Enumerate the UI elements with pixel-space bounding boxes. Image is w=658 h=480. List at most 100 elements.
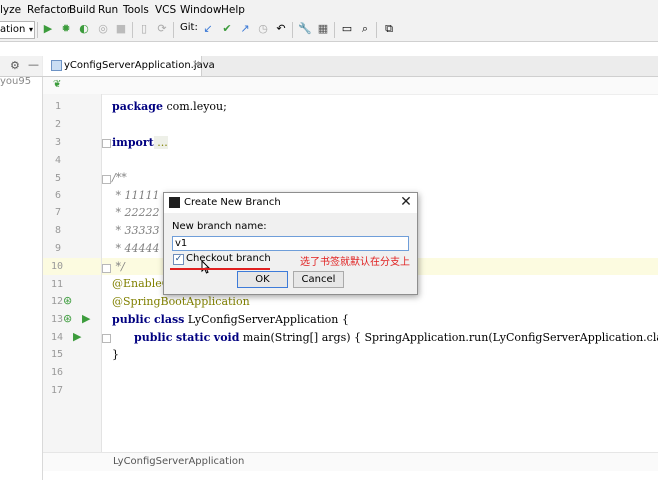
intellij-icon (169, 197, 180, 208)
search-icon[interactable]: ⌕ (358, 22, 372, 36)
line-number: 14 (51, 332, 64, 343)
fold-marker[interactable] (102, 139, 111, 148)
code-text: LyConfigServerApplication { (184, 313, 349, 326)
run-gutter-icon[interactable]: ▶ (73, 330, 81, 343)
code-line-14: @SpringBootApplication (112, 295, 250, 308)
line-number: 7 (54, 207, 61, 218)
code-text: main(String[] args) { SpringApplication.… (239, 331, 658, 344)
menu-window[interactable]: Window (180, 4, 221, 16)
project-tree-item[interactable]: you95 (0, 76, 31, 87)
branch-name-label: New branch name: (172, 221, 267, 232)
menu-vcs[interactable]: VCS (155, 4, 176, 16)
code-text: com.leyou; (162, 100, 227, 113)
toolbar-separator (376, 22, 377, 38)
ok-button[interactable]: OK (237, 271, 288, 288)
line-number: 10 (51, 261, 64, 272)
fold-marker[interactable] (102, 264, 111, 273)
line-number: 8 (54, 225, 61, 236)
menu-run[interactable]: Run (98, 4, 118, 16)
fold-marker[interactable] (102, 175, 111, 184)
fold-marker[interactable] (102, 334, 111, 343)
update-project-icon[interactable]: ↙ (201, 22, 215, 36)
close-tab-icon[interactable]: × (192, 59, 200, 70)
code-line-12: */ (112, 260, 125, 273)
code-line-9: * 22222 (112, 206, 160, 219)
java-file-icon (51, 60, 62, 71)
line-number: 5 (54, 173, 61, 184)
sync-icon[interactable]: ⟳ (155, 22, 169, 36)
menu-tools[interactable]: Tools (123, 4, 149, 16)
menu-analyze[interactable]: lyze (0, 4, 21, 16)
keyword: public (112, 313, 151, 326)
line-number: 17 (51, 385, 64, 396)
editor-breadcrumb: LyConfigServerApplication (43, 452, 658, 471)
commit-icon[interactable]: ✔ (220, 22, 234, 36)
wrench-icon[interactable]: 🔧 (298, 22, 312, 36)
editor-tab[interactable]: yConfigServerApplication.java × (43, 56, 215, 76)
menu-refactor[interactable]: Refactor (27, 4, 71, 16)
menu-bar: lyze Refactor Build Run Tools VCS Window… (0, 0, 658, 19)
code-line-11: * 44444 (112, 242, 160, 255)
coverage-icon[interactable]: ◐ (77, 22, 91, 36)
line-number: 12 (51, 296, 64, 307)
line-number: 11 (51, 279, 64, 290)
project-pane-header: ⚙ — (0, 56, 42, 76)
line-number: 1 (54, 101, 61, 112)
code-line-8: * 11111 (112, 189, 160, 202)
code-line-17: } (112, 348, 119, 361)
breadcrumb-class[interactable]: LyConfigServerApplication (113, 456, 244, 467)
terminal-icon[interactable]: ▭ (340, 22, 354, 36)
menu-build[interactable]: Build (69, 4, 95, 16)
keyword: import (112, 136, 154, 149)
push-icon[interactable]: ↗ (238, 22, 252, 36)
toolbar-separator (292, 22, 293, 38)
folded-imports[interactable]: ... (153, 136, 168, 149)
remote-icon[interactable]: ⧉ (382, 22, 396, 36)
line-number: 16 (51, 367, 64, 378)
spring-bean-icon[interactable]: ⊛ (63, 294, 72, 307)
menu-help[interactable]: Help (221, 4, 245, 16)
keyword: static (175, 331, 211, 344)
chevron-down-icon: ▾ (28, 25, 33, 34)
line-number: 3 (54, 137, 61, 148)
branch-name-input[interactable]: v1 (172, 236, 409, 251)
rollback-icon[interactable]: ↶ (274, 22, 288, 36)
build-icon[interactable]: ▯ (137, 22, 151, 36)
toolbar-separator (37, 22, 38, 38)
line-number: 4 (54, 155, 61, 166)
run-gutter-icon[interactable]: ▶ (82, 312, 90, 325)
project-pane: you95 (0, 76, 43, 480)
line-number: 9 (54, 243, 61, 254)
profile-icon[interactable]: ◎ (96, 22, 110, 36)
run-config-select[interactable]: ation ▾ (0, 21, 35, 39)
line-number: 15 (51, 349, 64, 360)
project-structure-icon[interactable]: ▦ (316, 22, 330, 36)
debug-icon[interactable]: ✹ (59, 22, 73, 36)
stop-icon[interactable]: ■ (114, 22, 128, 36)
code-line-3: import ... (112, 136, 168, 149)
run-icon[interactable]: ▶ (41, 22, 55, 36)
mouse-cursor-icon (201, 260, 210, 274)
leaf-icon: ❦ (53, 79, 62, 90)
checkout-branch-label[interactable]: Checkout branch (186, 253, 271, 264)
git-label: Git: (180, 22, 198, 33)
line-number: 13 (51, 314, 64, 325)
history-icon[interactable]: ◷ (256, 22, 270, 36)
checkout-branch-checkbox[interactable]: ✓ (173, 254, 184, 265)
spring-boot-icon[interactable]: ⊛ (63, 312, 72, 325)
dialog-title: Create New Branch (184, 197, 281, 208)
annotation-note: 选了书签就默认在分支上 (300, 257, 410, 268)
code-line-10: * 33333 (112, 224, 160, 237)
close-icon[interactable]: ✕ (398, 194, 414, 210)
editor-notification-strip: ❦ (43, 77, 658, 95)
cancel-button[interactable]: Cancel (293, 271, 344, 288)
collapse-icon[interactable]: — (28, 58, 39, 71)
run-config-label: ation (0, 24, 26, 35)
dialog-title-bar: Create New Branch ✕ (164, 193, 417, 213)
keyword: class (153, 313, 185, 326)
create-branch-dialog: Create New Branch ✕ New branch name: v1 … (163, 192, 418, 295)
gear-icon[interactable]: ⚙ (10, 59, 20, 72)
code-line-16: public static void main(String[] args) {… (134, 331, 658, 344)
keyword: public (134, 331, 173, 344)
toolbar-separator (132, 22, 133, 38)
